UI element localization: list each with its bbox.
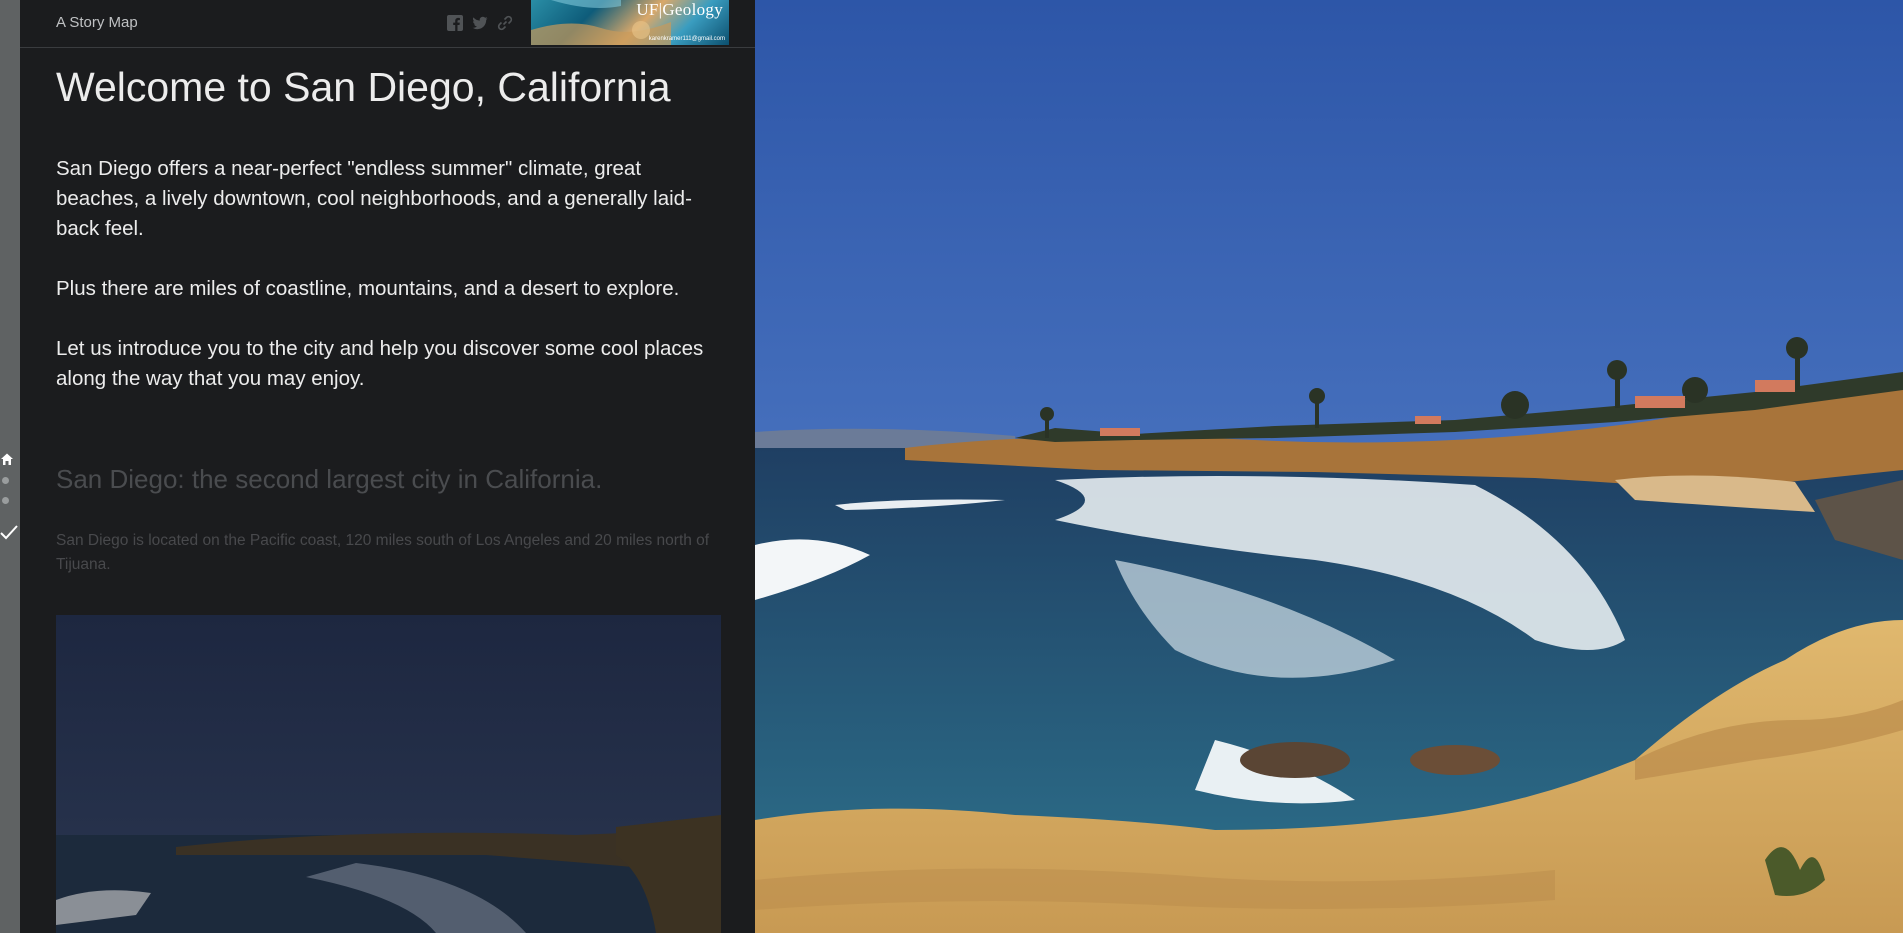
next-section-body: San Diego is located on the Pacific coas… (56, 532, 710, 573)
panel-header: A Story Map UF|Geology karenkramer111@gm… (20, 0, 755, 48)
navigation-rail (0, 0, 20, 933)
story-map-label: A Story Map (56, 14, 138, 31)
story-panel: A Story Map UF|Geology karenkramer111@gm… (20, 0, 755, 933)
uf-geology-logo[interactable]: UF|Geology karenkramer111@gmail.com (531, 0, 729, 45)
twitter-icon[interactable] (472, 15, 488, 31)
check-icon[interactable] (0, 524, 18, 540)
section-title: Welcome to San Diego, California (56, 64, 671, 110)
intro-paragraph-1: San Diego offers a near-perfect "endless… (56, 157, 692, 240)
nav-dot-1[interactable] (2, 477, 9, 484)
main-coastline-photo (755, 0, 1903, 933)
next-section-heading: San Diego: the second largest city in Ca… (56, 464, 603, 494)
logo-subtext: karenkramer111@gmail.com (648, 36, 725, 42)
nav-dot-2[interactable] (2, 497, 9, 504)
intro-paragraph-3: Let us introduce you to the city and hel… (56, 337, 704, 390)
facebook-icon[interactable] (447, 15, 463, 31)
home-icon[interactable] (0, 452, 14, 466)
intro-paragraph-2: Plus there are miles of coastline, mount… (56, 277, 680, 300)
next-section-image (56, 615, 721, 933)
logo-text: UF|Geology (636, 0, 723, 19)
link-icon[interactable] (497, 15, 513, 31)
